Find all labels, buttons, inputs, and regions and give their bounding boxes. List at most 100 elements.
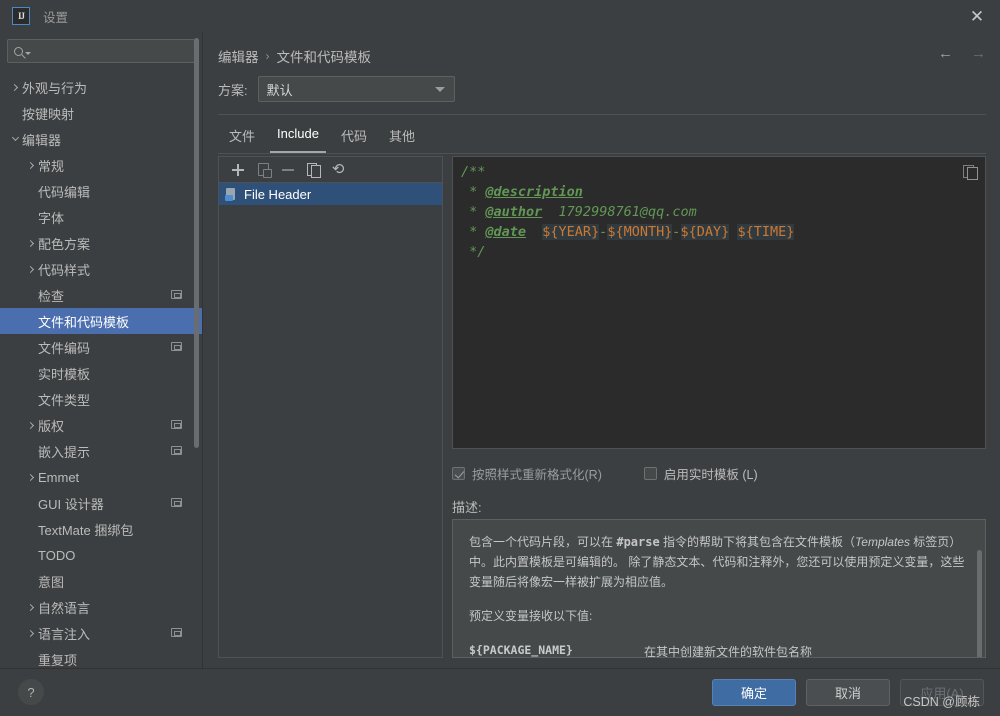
chevron-right-icon[interactable]	[24, 473, 38, 481]
help-icon[interactable]: ?	[18, 679, 44, 705]
variable-row: ${PACKAGE_NAME} 在其中创建新文件的软件包名称	[469, 640, 969, 658]
sidebar-item-21[interactable]: 语言注入	[0, 620, 202, 646]
sidebar-item-label: TODO	[38, 547, 76, 563]
header-divider	[218, 114, 986, 115]
code-line-5: */	[461, 244, 486, 260]
code-line-2: * @description	[461, 182, 977, 202]
description-scrollbar[interactable]	[977, 550, 982, 657]
sidebar-item-label: 外观与行为	[22, 80, 88, 96]
template-list-panel: ⟳ File Header	[218, 156, 443, 658]
template-code-editor[interactable]: /** * @description * @author 1792998761@…	[452, 156, 986, 449]
checkbox-1[interactable]: 启用实时模板 (L)	[643, 464, 758, 483]
project-settings-badge-icon	[171, 628, 182, 637]
author-email: 1792998761@qq.com	[542, 204, 697, 220]
copy-button[interactable]	[302, 159, 324, 181]
sidebar-item-8[interactable]: 检查	[0, 282, 202, 308]
sidebar-item-4[interactable]: 代码编辑	[0, 178, 202, 204]
ok-button[interactable]: 确定	[712, 679, 796, 706]
tab-2[interactable]: 代码	[330, 120, 378, 153]
copy-icon[interactable]	[963, 164, 978, 180]
sidebar-item-label: 文件类型	[38, 392, 91, 408]
chevron-right-icon[interactable]	[24, 239, 38, 247]
tab-1[interactable]: Include	[266, 120, 330, 153]
list-item[interactable]: File Header	[219, 183, 442, 205]
back-arrow-icon[interactable]: ←	[938, 46, 953, 61]
chevron-right-icon[interactable]	[24, 161, 38, 169]
sidebar-item-18[interactable]: TODO	[0, 542, 202, 568]
sidebar-item-label: GUI 设计器	[38, 496, 104, 512]
sidebar-item-label: Emmet	[38, 469, 80, 485]
sidebar-item-label: 嵌入提示	[38, 444, 91, 460]
chevron-right-icon[interactable]	[8, 83, 22, 91]
chevron-right-icon[interactable]	[24, 603, 38, 611]
scheme-row: 方案: 默认	[218, 76, 455, 102]
parse-directive: #parse	[616, 535, 660, 549]
code-prefix: *	[461, 184, 486, 200]
sidebar-item-11[interactable]: 实时模板	[0, 360, 202, 386]
sidebar-item-label: 代码编辑	[38, 184, 91, 200]
sidebar-item-19[interactable]: 意图	[0, 568, 202, 594]
add-button[interactable]	[227, 159, 249, 181]
sidebar-item-0[interactable]: 外观与行为	[0, 74, 202, 100]
sidebar-scrollbar[interactable]	[194, 38, 199, 448]
scheme-label: 方案:	[218, 82, 248, 98]
sidebar-item-7[interactable]: 代码样式	[0, 256, 202, 282]
close-icon[interactable]: ✕	[954, 0, 1000, 32]
sidebar-item-16[interactable]: GUI 设计器	[0, 490, 202, 516]
reset-button[interactable]: ⟳	[327, 159, 349, 181]
breadcrumb-parent[interactable]: 编辑器	[218, 46, 259, 66]
date-separator-2: -	[672, 224, 681, 240]
sidebar-item-label: 检查	[38, 288, 65, 304]
sidebar-item-9[interactable]: 文件和代码模板	[0, 308, 202, 334]
sidebar-item-12[interactable]: 文件类型	[0, 386, 202, 412]
sidebar-item-13[interactable]: 版权	[0, 412, 202, 438]
checkbox-box[interactable]	[643, 467, 657, 480]
desc-text-a: 包含一个代码片段，可以在	[469, 535, 617, 549]
chevron-right-icon[interactable]	[24, 421, 38, 429]
sidebar-item-2[interactable]: 编辑器	[0, 126, 202, 152]
template-tabs: 文件 Include 代码 其他	[218, 120, 426, 153]
dialog-footer: ? 确定 取消 应用(A) CSDN @顾栋	[0, 668, 1000, 716]
scheme-dropdown[interactable]: 默认	[257, 76, 455, 102]
chevron-down-icon[interactable]	[8, 133, 22, 142]
desc-text-b: 指令的帮助下将其包含在文件模板（	[659, 535, 856, 549]
search-icon	[14, 46, 23, 56]
search-container	[0, 32, 202, 63]
sidebar-item-15[interactable]: Emmet	[0, 464, 202, 490]
forward-arrow-icon[interactable]: →	[971, 46, 986, 61]
sidebar-item-22[interactable]: 重复项	[0, 646, 202, 668]
description-label: 描述:	[452, 500, 482, 515]
chevron-right-icon[interactable]	[24, 629, 38, 637]
sidebar-item-label: 文件和代码模板	[38, 314, 130, 330]
search-box[interactable]	[7, 39, 195, 63]
template-list[interactable]: File Header	[219, 183, 442, 205]
tab-0[interactable]: 文件	[218, 120, 266, 153]
predefined-variables-table: ${PACKAGE_NAME}在其中创建新文件的软件包名称${USER}当前的用…	[469, 640, 969, 658]
sidebar-item-label: 版权	[38, 418, 65, 434]
description-paragraph-2: 预定义变量接收以下值:	[469, 609, 593, 623]
sidebar-item-6[interactable]: 配色方案	[0, 230, 202, 256]
sidebar-item-5[interactable]: 字体	[0, 204, 202, 230]
template-list-toolbar: ⟳	[219, 157, 442, 183]
sidebar-item-17[interactable]: TextMate 捆绑包	[0, 516, 202, 542]
chevron-right-icon[interactable]	[24, 265, 38, 273]
sidebar-item-label: TextMate 捆绑包	[38, 522, 134, 538]
sidebar-item-10[interactable]: 文件编码	[0, 334, 202, 360]
sidebar-item-label: 常规	[38, 158, 65, 174]
project-settings-badge-icon	[171, 342, 182, 351]
intellij-logo-icon: IJ	[12, 7, 30, 25]
variable-description: 在其中创建新文件的软件包名称	[644, 645, 813, 658]
sidebar-item-14[interactable]: 嵌入提示	[0, 438, 202, 464]
cancel-button[interactable]: 取消	[806, 679, 890, 706]
checkbox-box	[452, 467, 465, 480]
search-input[interactable]	[31, 40, 194, 62]
sidebar-item-label: 自然语言	[38, 600, 91, 616]
sidebar-item-3[interactable]: 常规	[0, 152, 202, 178]
settings-tree[interactable]: 外观与行为按键映射编辑器常规代码编辑字体 配色方案 代码样式检查文件和代码模板文件编…	[0, 70, 202, 668]
sidebar-item-1[interactable]: 按键映射	[0, 100, 202, 126]
sidebar-item-label: 编辑器	[22, 132, 62, 148]
checkbox-label: 启用实时模板 (L)	[663, 468, 758, 482]
tab-3[interactable]: 其他	[378, 120, 426, 153]
sidebar-item-20[interactable]: 自然语言	[0, 594, 202, 620]
settings-sidebar: 外观与行为按键映射编辑器常规代码编辑字体 配色方案 代码样式检查文件和代码模板文件编…	[0, 32, 203, 668]
